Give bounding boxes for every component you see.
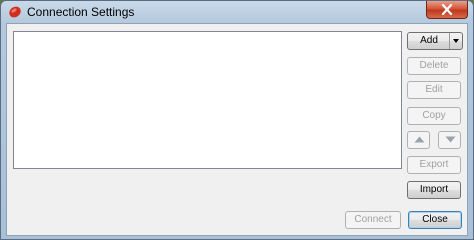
add-button-label: Add [420,35,438,46]
chevron-down-icon [453,39,459,43]
triangle-down-icon [445,136,456,143]
connection-settings-window: Connection Settings Add Delete Edit Copy [0,0,474,240]
export-button[interactable]: Export [407,156,461,174]
title-bar[interactable]: Connection Settings [1,1,473,23]
import-button[interactable]: Import [407,181,461,199]
connection-list[interactable] [13,31,402,169]
close-icon [441,4,453,15]
window-close-button[interactable] [426,1,468,19]
add-dropdown-arrow[interactable] [449,33,462,49]
delete-button[interactable]: Delete [407,57,461,75]
copy-button[interactable]: Copy [407,107,461,125]
red-leaf-icon [7,4,23,20]
edit-button[interactable]: Edit [407,81,461,99]
triangle-up-icon [414,136,425,143]
connect-button[interactable]: Connect [345,211,401,229]
move-up-button[interactable] [407,131,430,149]
add-button[interactable]: Add [407,32,463,50]
move-down-button[interactable] [438,131,461,149]
window-title: Connection Settings [27,5,135,19]
close-button[interactable]: Close [408,211,462,229]
dialog-client-area: Add Delete Edit Copy Export Import Conne… [6,23,468,236]
